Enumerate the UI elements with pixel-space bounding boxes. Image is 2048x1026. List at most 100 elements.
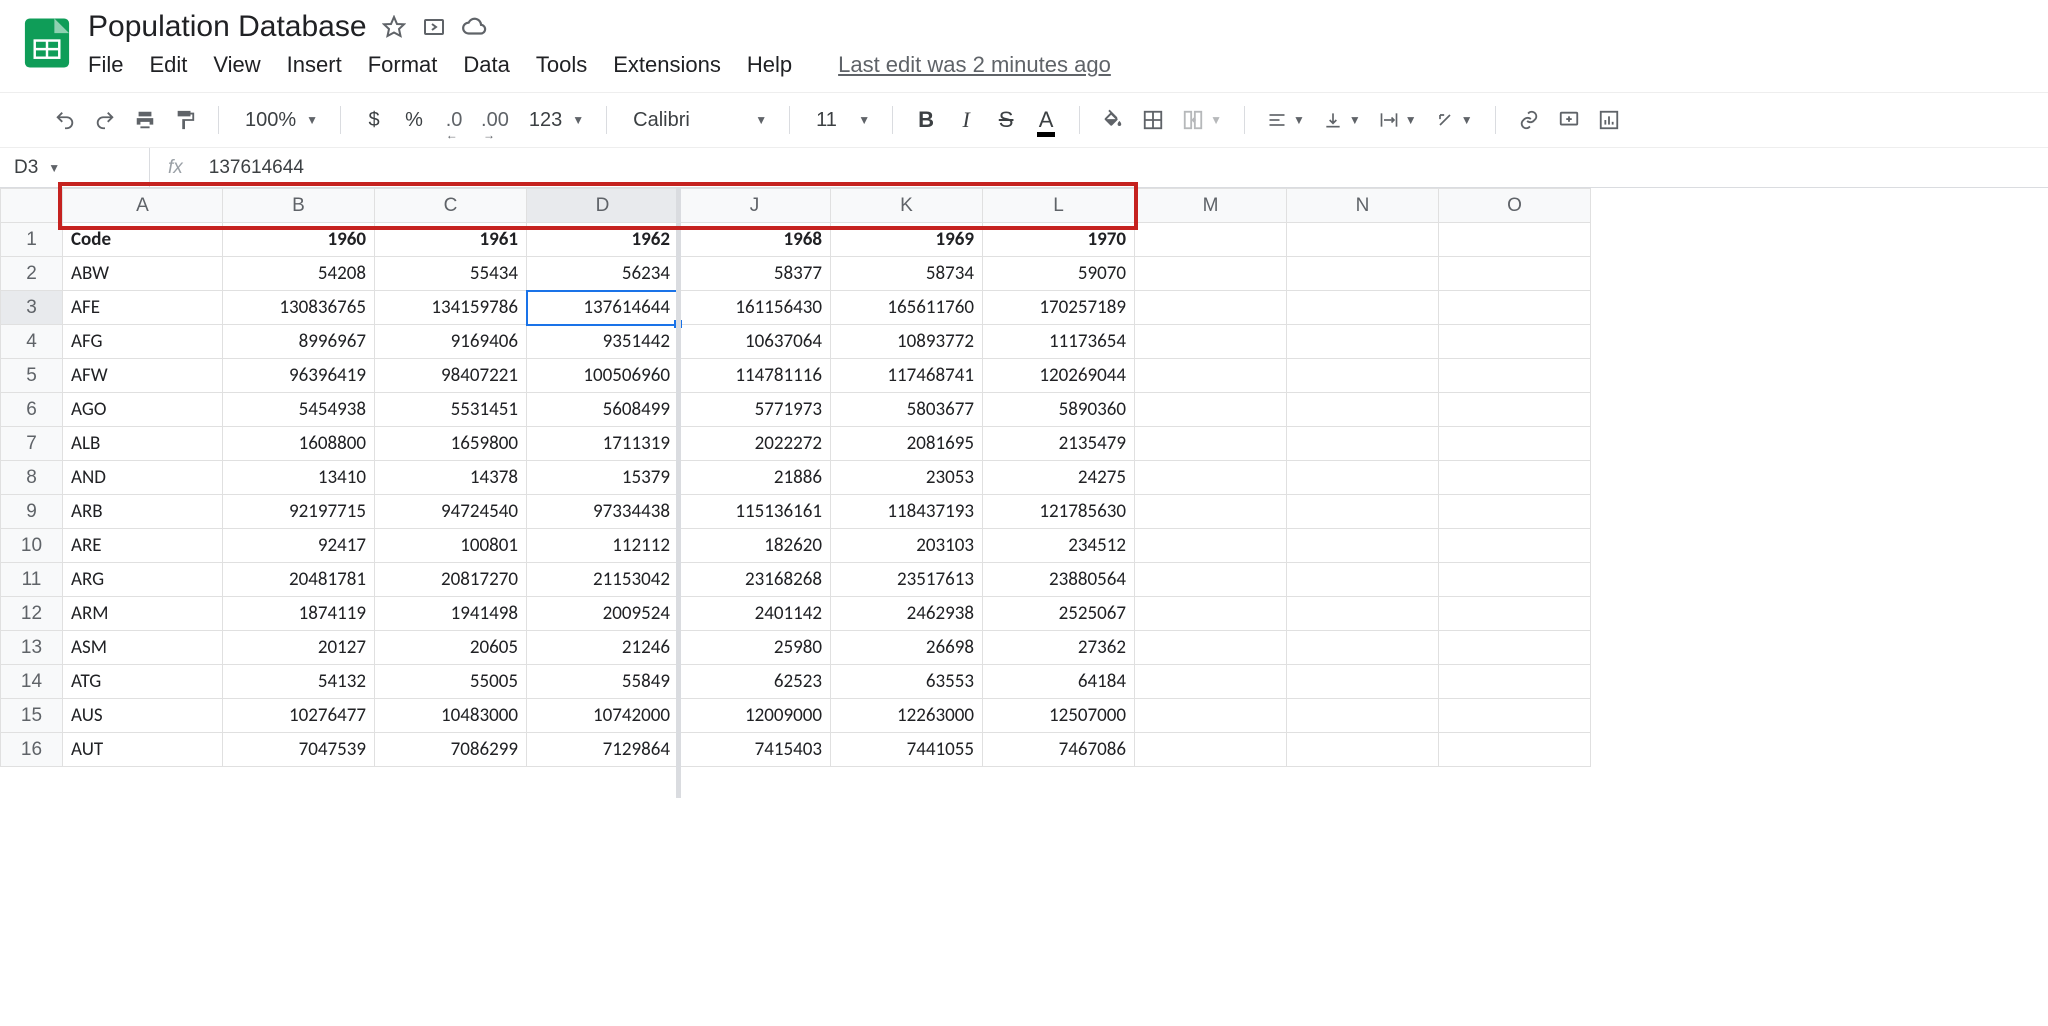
row-header-10[interactable]: 10 (1, 529, 63, 563)
cell[interactable] (1135, 461, 1287, 495)
cell[interactable]: 23880564 (983, 563, 1135, 597)
row-header-11[interactable]: 11 (1, 563, 63, 597)
cell[interactable] (1287, 495, 1439, 529)
cell[interactable] (1439, 563, 1591, 597)
cell[interactable]: 64184 (983, 665, 1135, 699)
cell[interactable] (1135, 495, 1287, 529)
cell[interactable]: 203103 (831, 529, 983, 563)
cell[interactable]: 121785630 (983, 495, 1135, 529)
cell[interactable]: ALB (63, 427, 223, 461)
column-header-N[interactable]: N (1287, 189, 1439, 223)
cell[interactable]: 130836765 (223, 291, 375, 325)
menu-format[interactable]: Format (368, 52, 438, 78)
row-header-12[interactable]: 12 (1, 597, 63, 631)
cell[interactable] (1439, 631, 1591, 665)
row-header-16[interactable]: 16 (1, 733, 63, 767)
cell[interactable]: 1874119 (223, 597, 375, 631)
cell[interactable]: AND (63, 461, 223, 495)
cell[interactable]: 2462938 (831, 597, 983, 631)
cell[interactable]: AFE (63, 291, 223, 325)
cell[interactable]: 21246 (527, 631, 679, 665)
cell[interactable]: 20605 (375, 631, 527, 665)
cell[interactable] (1287, 699, 1439, 733)
cell[interactable] (1287, 359, 1439, 393)
menu-extensions[interactable]: Extensions (613, 52, 721, 78)
cell[interactable] (1439, 529, 1591, 563)
cell[interactable]: 1941498 (375, 597, 527, 631)
row-header-14[interactable]: 14 (1, 665, 63, 699)
cell[interactable]: 27362 (983, 631, 1135, 665)
column-header-B[interactable]: B (223, 189, 375, 223)
cell[interactable]: 2401142 (679, 597, 831, 631)
cell[interactable]: 55849 (527, 665, 679, 699)
cell[interactable]: 21886 (679, 461, 831, 495)
cell[interactable]: 21153042 (527, 563, 679, 597)
cell[interactable]: 5608499 (527, 393, 679, 427)
cell[interactable] (1135, 733, 1287, 767)
cell[interactable] (1439, 325, 1591, 359)
cell[interactable]: 59070 (983, 257, 1135, 291)
cell[interactable] (1439, 597, 1591, 631)
cell[interactable]: 7441055 (831, 733, 983, 767)
increase-decimal-button[interactable]: .00→ (477, 102, 513, 138)
cell[interactable]: 20817270 (375, 563, 527, 597)
cell[interactable]: ATG (63, 665, 223, 699)
cell[interactable]: 54132 (223, 665, 375, 699)
move-icon[interactable] (421, 14, 447, 40)
cell[interactable] (1439, 223, 1591, 257)
menu-insert[interactable]: Insert (287, 52, 342, 78)
cell[interactable] (1287, 393, 1439, 427)
insert-link-button[interactable] (1512, 102, 1546, 138)
name-box[interactable]: D3 ▼ (0, 148, 150, 187)
cell[interactable] (1135, 631, 1287, 665)
text-rotation-button[interactable]: ▼ (1429, 110, 1479, 130)
cell[interactable]: 23053 (831, 461, 983, 495)
sheets-logo-icon[interactable] (20, 16, 74, 70)
paint-format-icon[interactable] (168, 102, 202, 138)
cell[interactable]: 7129864 (527, 733, 679, 767)
cell[interactable]: 1961 (375, 223, 527, 257)
cell[interactable] (1287, 257, 1439, 291)
cell[interactable]: 161156430 (679, 291, 831, 325)
text-color-button[interactable]: A (1029, 102, 1063, 138)
column-header-M[interactable]: M (1135, 189, 1287, 223)
cell[interactable]: 24275 (983, 461, 1135, 495)
row-header-6[interactable]: 6 (1, 393, 63, 427)
cell[interactable]: 92417 (223, 529, 375, 563)
cell[interactable] (1135, 665, 1287, 699)
row-header-15[interactable]: 15 (1, 699, 63, 733)
cell[interactable]: 182620 (679, 529, 831, 563)
borders-button[interactable] (1136, 102, 1170, 138)
cell[interactable]: 96396419 (223, 359, 375, 393)
cell[interactable] (1439, 699, 1591, 733)
cell[interactable] (1135, 597, 1287, 631)
italic-button[interactable]: I (949, 102, 983, 138)
cell[interactable]: 7467086 (983, 733, 1135, 767)
cell[interactable]: 1608800 (223, 427, 375, 461)
cell[interactable]: 26698 (831, 631, 983, 665)
row-header-1[interactable]: 1 (1, 223, 63, 257)
cell[interactable] (1287, 665, 1439, 699)
cell[interactable] (1439, 495, 1591, 529)
horizontal-align-button[interactable]: ▼ (1261, 110, 1311, 130)
cell[interactable] (1135, 427, 1287, 461)
cell[interactable]: 7086299 (375, 733, 527, 767)
insert-comment-button[interactable] (1552, 102, 1586, 138)
strikethrough-button[interactable]: S (989, 102, 1023, 138)
cell[interactable] (1287, 461, 1439, 495)
cell[interactable]: 13410 (223, 461, 375, 495)
cell[interactable]: 62523 (679, 665, 831, 699)
cell[interactable]: ASM (63, 631, 223, 665)
redo-icon[interactable] (88, 102, 122, 138)
cell[interactable]: 10742000 (527, 699, 679, 733)
cell[interactable]: 2009524 (527, 597, 679, 631)
menu-edit[interactable]: Edit (149, 52, 187, 78)
cell[interactable]: 55005 (375, 665, 527, 699)
cell[interactable]: 20481781 (223, 563, 375, 597)
cell[interactable]: 12507000 (983, 699, 1135, 733)
cell[interactable] (1287, 427, 1439, 461)
cell[interactable]: 5454938 (223, 393, 375, 427)
column-header-J[interactable]: J (679, 189, 831, 223)
cell[interactable]: AFW (63, 359, 223, 393)
cell[interactable]: 112112 (527, 529, 679, 563)
